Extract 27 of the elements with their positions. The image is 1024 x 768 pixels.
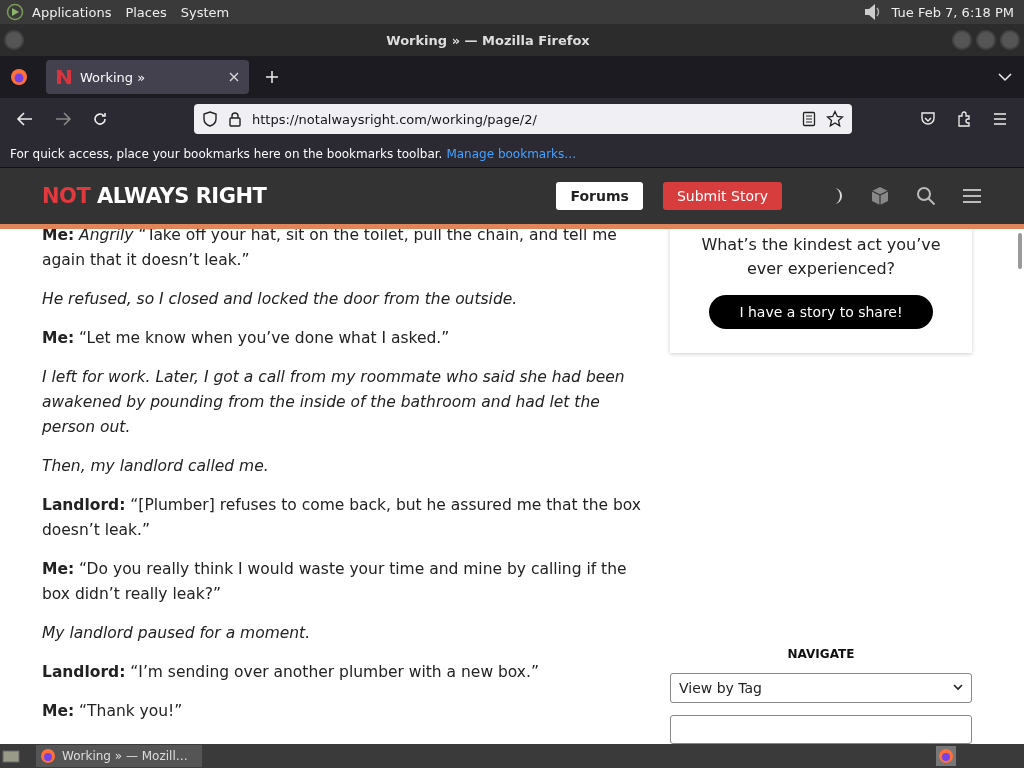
narration-paragraph: I left for work. Later, I got a call from my roommate who said she had been awakened by pounding from the inside of the bathroom and had let the person out.: [42, 367, 626, 438]
share-story-button[interactable]: I have a story to share!: [709, 295, 933, 329]
dialogue-paragraph: Me: “Do you really think I would waste your time and mine by calling if the box didn’t really leak?”: [42, 559, 628, 605]
nav-button[interactable]: Forums: [556, 182, 643, 210]
narration-paragraph: My landlord paused for a moment.: [42, 623, 312, 644]
dialogue-paragraph: Landlord: “[Plumber] refuses to come back, but he assured me that the box doesn’t leak.”: [42, 495, 642, 541]
dialogue-paragraph: Me: Angrily “Take off your hat, sit on the toilet, pull the chain, and tell me again that it doesn’t leak.”: [42, 229, 618, 271]
panel-menu[interactable]: Applications: [32, 4, 112, 20]
navigate-heading: NAVIGATE: [786, 647, 856, 662]
narration-paragraph: Then, my landlord called me.: [42, 456, 270, 477]
taskbar-window-button[interactable]: Working » — Mozill…: [36, 745, 202, 767]
window-title: Working » — Mozilla Firefox: [385, 32, 591, 48]
panel-menu[interactable]: Places: [125, 4, 167, 20]
dialogue-paragraph: Me: “Thank you!”: [42, 701, 184, 722]
clock: Tue Feb 7, 6:18 PM: [891, 4, 1014, 20]
submit-button[interactable]: Submit Story: [662, 182, 782, 210]
narration-paragraph: He refused, so I closed and locked the door from the outside.: [42, 289, 519, 310]
browser-tab[interactable]: Working »: [46, 60, 249, 94]
dialogue-paragraph: Landlord: “I’m sending over another plumber with a new box.”: [42, 662, 540, 683]
panel-menu[interactable]: System: [180, 4, 230, 20]
prompt-text: What’s the kindest act you’ve ever experienced?: [700, 234, 942, 280]
manage-bookmarks-link[interactable]: Manage bookmarks…: [446, 146, 577, 161]
address-field[interactable]: https://notalwaysright.com/working/page/2/: [194, 104, 852, 134]
tag-select[interactable]: View by Tag: [670, 673, 972, 703]
bookmarks-hint: For quick access, place your bookmarks here on the bookmarks toolbar.: [10, 146, 443, 161]
dialogue-paragraph: Me: “Let me know when you’ve done what I asked.”: [42, 328, 451, 349]
site-logo[interactable]: NOT ALWAYS RIGHT: [42, 184, 267, 208]
